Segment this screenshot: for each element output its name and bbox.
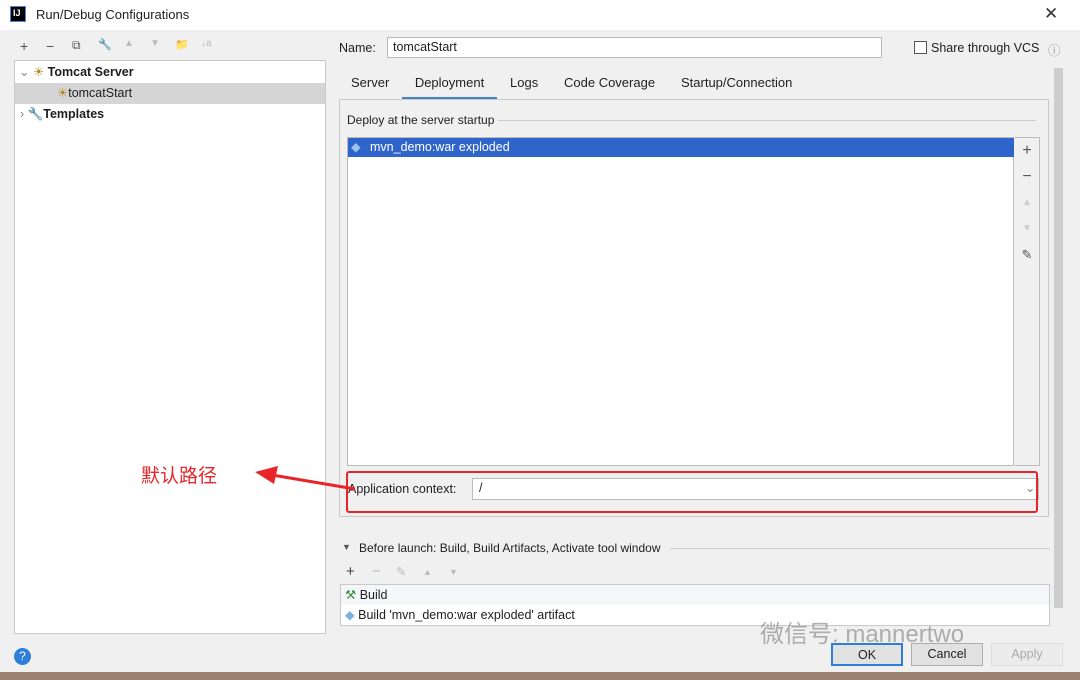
wrench-icon[interactable]: 🔧 [98, 38, 112, 51]
share-label: Share through VCS [931, 41, 1040, 55]
divider [670, 548, 1050, 549]
edit-icon[interactable]: ✎ [396, 564, 406, 579]
artifact-list [347, 137, 1014, 466]
move-down-icon[interactable]: ▼ [449, 567, 458, 577]
hammer-icon: ⚒ [345, 588, 357, 602]
help-icon[interactable]: ⓘ [1048, 40, 1061, 59]
cancel-button[interactable]: Cancel [911, 643, 983, 666]
scrollbar[interactable] [1054, 68, 1063, 608]
annotation-arrow [255, 466, 356, 491]
tab-deployment[interactable]: Deployment [402, 75, 497, 100]
move-down-icon[interactable]: ▼ [1015, 216, 1039, 242]
divider [498, 120, 1036, 121]
artifact-icon: ◆ [345, 608, 355, 622]
remove-icon[interactable]: − [372, 563, 381, 580]
add-icon[interactable]: + [346, 563, 355, 580]
tomcat-icon: ☀ [32, 65, 45, 79]
apply-button[interactable]: Apply [991, 643, 1063, 666]
close-icon[interactable]: ✕ [1044, 4, 1058, 24]
name-label: Name: [339, 41, 376, 55]
annotation-box [346, 471, 1038, 513]
tab-startup-connection[interactable]: Startup/Connection [681, 75, 792, 90]
tab-code-coverage[interactable]: Code Coverage [564, 75, 655, 90]
remove-icon[interactable]: − [1015, 164, 1039, 190]
before-launch-heading[interactable]: Before launch: Build, Build Artifacts, A… [359, 541, 661, 555]
move-down-icon[interactable]: ▼ [150, 38, 160, 49]
share-checkbox[interactable] [914, 41, 927, 54]
add-icon[interactable]: + [20, 38, 28, 54]
list-item[interactable]: ⚒ Build [341, 585, 1049, 605]
tab-server[interactable]: Server [351, 75, 389, 90]
ok-button[interactable]: OK [831, 643, 903, 666]
move-up-icon[interactable]: ▲ [1015, 190, 1039, 216]
folder-icon[interactable]: 📁 [175, 38, 189, 51]
annotation-text: 默认路径 [141, 466, 218, 487]
tree-item-tomcatstart[interactable]: ☀tomcatStart [15, 83, 325, 104]
name-input[interactable]: tomcatStart [387, 37, 882, 58]
deploy-heading: Deploy at the server startup [347, 113, 495, 127]
sort-icon[interactable]: ↓a [201, 38, 212, 49]
copy-icon[interactable]: ⧉ [72, 38, 81, 53]
tree-item-tomcat-server[interactable]: ⌄ ☀ Tomcat Server [15, 62, 325, 83]
collapse-icon[interactable]: ▼ [342, 542, 351, 552]
remove-icon[interactable]: − [46, 38, 54, 54]
intellij-logo-icon: IJ [10, 6, 26, 22]
artifact-icon: ◆ [351, 140, 361, 154]
wrench-icon: 🔧 [27, 107, 44, 121]
desktop-background [0, 672, 1080, 680]
edit-icon[interactable]: ✎ [1015, 242, 1039, 268]
list-side-toolbar: + − ▲ ▼ ✎ [1015, 137, 1040, 466]
help-button[interactable]: ? [14, 648, 31, 665]
window-title: Run/Debug Configurations [36, 7, 190, 22]
config-tree: ⌄ ☀ Tomcat Server ☀tomcatStart › 🔧Templa… [14, 60, 326, 634]
add-icon[interactable]: + [1015, 138, 1039, 164]
tomcat-icon: ☀ [57, 86, 69, 100]
tree-item-templates[interactable]: › 🔧Templates [15, 104, 325, 125]
move-up-icon[interactable]: ▲ [423, 567, 432, 577]
artifact-item[interactable]: mvn_demo:war exploded [348, 138, 1014, 157]
tab-logs[interactable]: Logs [510, 75, 538, 90]
move-up-icon[interactable]: ▲ [124, 38, 134, 49]
